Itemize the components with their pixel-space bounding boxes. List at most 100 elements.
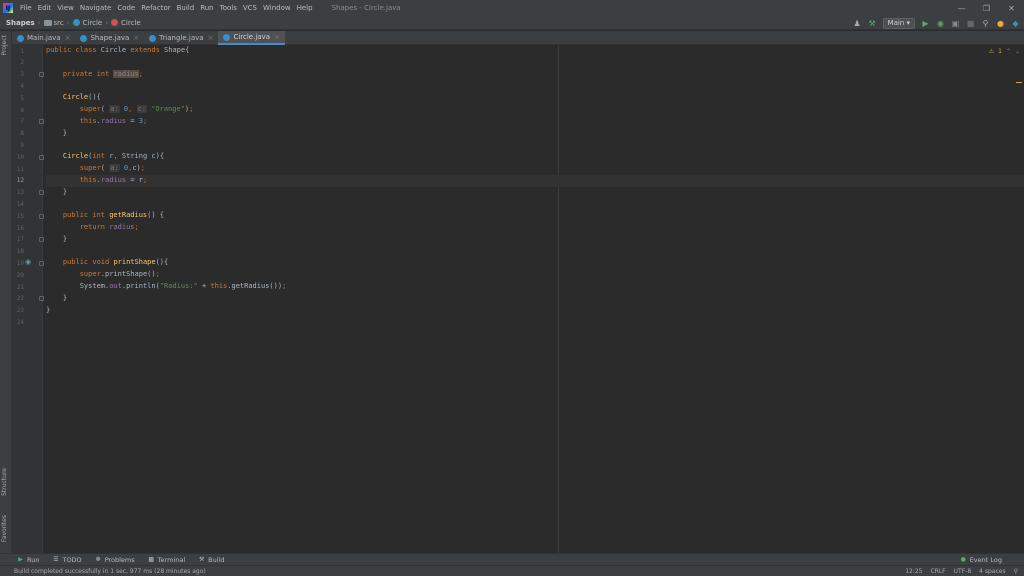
code-line[interactable]: super( a: 0,c);	[46, 163, 1024, 175]
coverage-icon[interactable]: ▣	[951, 19, 960, 28]
line-number[interactable]: 9	[12, 142, 24, 149]
line-number[interactable]: 12	[12, 177, 24, 184]
tab-circle-java[interactable]: Circle.java ×	[218, 31, 285, 45]
menu-vcs[interactable]: VCS	[240, 4, 260, 12]
editor-gutter[interactable]: 1 2 3 4 5 6 7 8 9 10 11 12 13 14 15 16 17 18 19 20 21 22 23 24 ◉	[12, 45, 44, 553]
tab-main-java[interactable]: Main.java ×	[12, 31, 75, 45]
line-number[interactable]: 1	[12, 48, 24, 55]
code-line[interactable]: public void printShape(){	[46, 257, 1024, 269]
fold-marker-icon[interactable]	[39, 119, 44, 125]
caret-position[interactable]: 12:25	[905, 568, 922, 575]
line-number[interactable]: 20	[12, 272, 24, 279]
line-number[interactable]: 6	[12, 107, 24, 114]
menu-edit[interactable]: Edit	[35, 4, 55, 12]
code-line[interactable]: public int getRadius() {	[46, 210, 1024, 222]
close-icon[interactable]: ×	[133, 34, 139, 42]
code-line[interactable]: }	[46, 293, 1024, 305]
line-number[interactable]: 4	[12, 83, 24, 90]
structure-tool-tab[interactable]: Structure	[1, 468, 8, 496]
event-log-tool-tab[interactable]: ● Event Log	[953, 555, 1008, 564]
line-number[interactable]: 7	[12, 118, 24, 125]
chevron-up-icon[interactable]: ⌃	[1006, 48, 1011, 55]
problems-tool-tab[interactable]: ❁ Problems	[88, 555, 141, 564]
code-line[interactable]: }	[46, 234, 1024, 246]
search-icon[interactable]: ⚲	[981, 19, 990, 28]
breadcrumb-folder[interactable]: src	[41, 19, 67, 27]
code-line[interactable]: private int radius;	[46, 69, 1024, 81]
user-icon[interactable]: ♟	[853, 19, 862, 28]
line-number[interactable]: 19	[12, 260, 24, 267]
debug-icon[interactable]: ◉	[936, 19, 945, 28]
line-number[interactable]: 11	[12, 166, 24, 173]
todo-tool-tab[interactable]: ☰ TODO	[45, 555, 87, 564]
file-encoding[interactable]: UTF-8	[954, 568, 972, 575]
line-number[interactable]: 23	[12, 307, 24, 314]
line-number[interactable]: 13	[12, 189, 24, 196]
line-number[interactable]: 24	[12, 319, 24, 326]
fold-marker-icon[interactable]	[39, 72, 44, 78]
plugin-icon[interactable]: ◆	[1011, 19, 1020, 28]
code-line[interactable]: this.radius = 3;	[46, 116, 1024, 128]
line-number[interactable]: 8	[12, 130, 24, 137]
tab-shape-java[interactable]: Shape.java ×	[75, 31, 144, 45]
fold-marker-icon[interactable]	[39, 296, 44, 302]
inspection-widget[interactable]: ⚠ 1 ⌃ ⌄	[989, 48, 1020, 55]
line-number[interactable]: 10	[12, 154, 24, 161]
line-separator[interactable]: CRLF	[930, 568, 945, 575]
code-line[interactable]: return radius;	[46, 222, 1024, 234]
updates-icon[interactable]: ●	[996, 19, 1005, 28]
minimize-icon[interactable]: —	[949, 0, 974, 16]
run-config-select[interactable]: Main ▾	[882, 17, 915, 29]
code-line-current[interactable]: this.radius = r;	[46, 174, 1024, 187]
code-line[interactable]: }	[46, 128, 1024, 140]
code-editor[interactable]: 1 2 3 4 5 6 7 8 9 10 11 12 13 14 15 16 17 18 19 20 21 22 23 24 ◉…	[12, 45, 1024, 553]
run-icon[interactable]: ▶	[921, 19, 930, 28]
override-icon[interactable]: ◉	[25, 258, 31, 266]
code-line[interactable]: super.printShape();	[46, 269, 1024, 281]
breadcrumb-project[interactable]: Shapes	[0, 19, 38, 27]
menu-tools[interactable]: Tools	[217, 4, 240, 12]
menu-refactor[interactable]: Refactor	[138, 4, 173, 12]
fold-marker-icon[interactable]	[39, 154, 44, 160]
line-number[interactable]: 2	[12, 59, 24, 66]
menu-run[interactable]: Run	[197, 4, 216, 12]
breadcrumb-class[interactable]: Circle	[70, 19, 106, 27]
line-number[interactable]: 3	[12, 71, 24, 78]
menu-help[interactable]: Help	[294, 4, 316, 12]
menu-navigate[interactable]: Navigate	[77, 4, 114, 12]
close-icon[interactable]: ×	[65, 34, 71, 42]
fold-marker-icon[interactable]	[39, 213, 44, 219]
stop-icon[interactable]: ■	[966, 19, 975, 28]
line-number[interactable]: 18	[12, 248, 24, 255]
code-line[interactable]: }	[46, 305, 1024, 317]
line-number[interactable]: 22	[12, 295, 24, 302]
fold-marker-icon[interactable]	[39, 237, 44, 243]
line-number[interactable]: 15	[12, 213, 24, 220]
terminal-tool-tab[interactable]: ▩ Terminal	[141, 555, 191, 564]
menu-window[interactable]: Window	[260, 4, 294, 12]
menu-build[interactable]: Build	[174, 4, 198, 12]
code-line[interactable]: System.out.println("Radius:" + this.getR…	[46, 281, 1024, 293]
indent-setting[interactable]: 4 spaces	[979, 568, 1005, 575]
line-number[interactable]: 17	[12, 236, 24, 243]
menu-code[interactable]: Code	[114, 4, 138, 12]
warning-stripe-marker[interactable]	[1016, 82, 1022, 83]
close-icon[interactable]: ×	[208, 34, 214, 42]
status-message[interactable]: Build completed successfully in 1 sec, 9…	[0, 568, 206, 575]
line-number[interactable]: 21	[12, 284, 24, 291]
close-icon[interactable]: ×	[274, 33, 280, 41]
code-line[interactable]: Circle(int r, String c){	[46, 151, 1024, 163]
code-line[interactable]: super( a: 0, c: "Orange");	[46, 104, 1024, 116]
line-number[interactable]: 14	[12, 201, 24, 208]
favorites-tool-tab[interactable]: Favorites	[1, 515, 8, 542]
line-number[interactable]: 16	[12, 225, 24, 232]
close-icon[interactable]: ✕	[999, 0, 1024, 16]
run-tool-tab[interactable]: ▶ Run	[0, 555, 45, 564]
tab-triangle-java[interactable]: Triangle.java ×	[144, 31, 218, 45]
code-line[interactable]: public class Circle extends Shape{	[46, 45, 1024, 57]
code-line[interactable]: Circle(){	[46, 92, 1024, 104]
code-line[interactable]: }	[46, 187, 1024, 199]
menu-view[interactable]: View	[54, 4, 77, 12]
hammer-icon[interactable]: ⚒	[868, 19, 877, 28]
breadcrumb-method[interactable]: Circle	[108, 19, 144, 27]
